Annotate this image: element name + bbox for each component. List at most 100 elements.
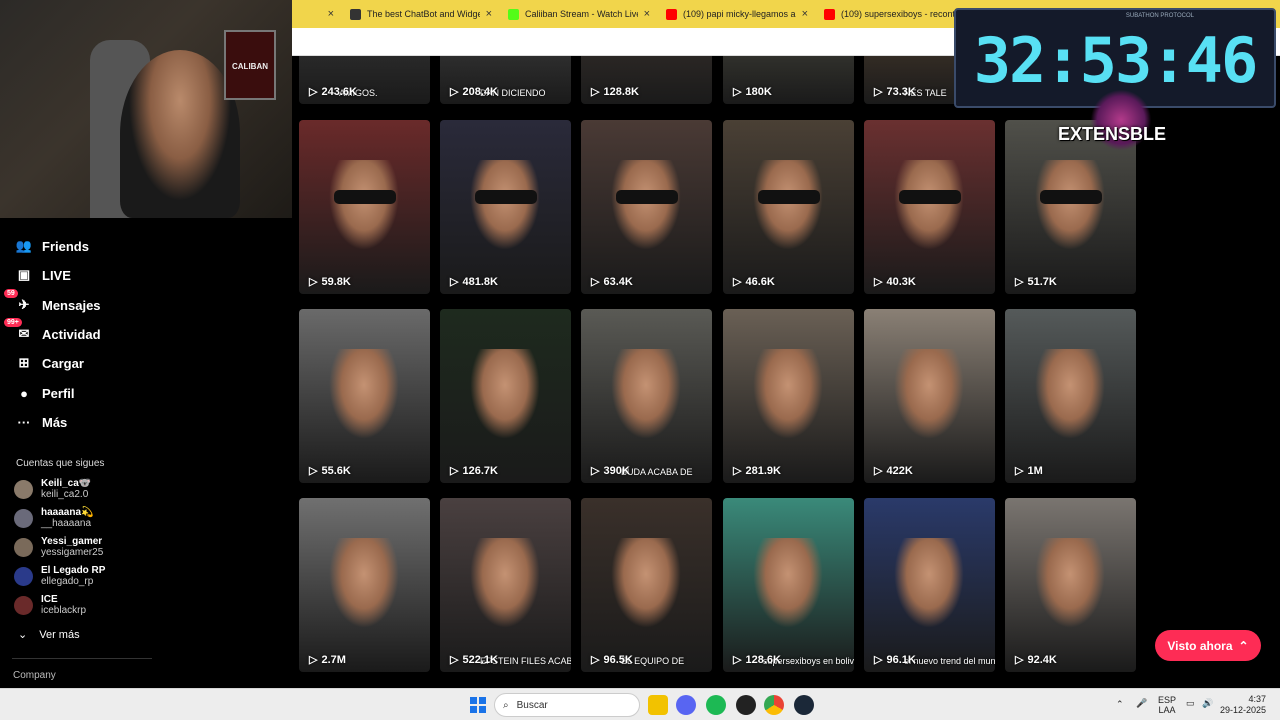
views-overlay: ▷ 126.7K [450,464,498,478]
sidebar-item-perfil[interactable]: ● Perfil [16,385,74,401]
chrome-icon[interactable] [764,695,784,715]
video-thumbnail[interactable]: ▷ 2.7M [299,498,430,672]
video-thumbnail[interactable]: ▷ 128.8K [581,56,712,104]
video-thumbnail[interactable]: el nuevo trend del mundial supersexiboys… [864,498,995,672]
views-overlay: ▷ 180K [733,85,772,99]
views-overlay: ▷ 73.3K [874,85,916,99]
tab-title: Caliiban Stream - Watch Live o [525,9,638,19]
windows-start-icon[interactable] [470,697,486,713]
avatar [14,566,33,586]
video-thumbnail[interactable]: ▷ 92.4K [1005,498,1136,672]
video-thumbnail[interactable]: ▷ 126.7K [440,309,571,483]
view-count: 51.7K [1027,275,1057,288]
sidebar-item-cargar[interactable]: ⊞ Cargar [16,355,84,371]
video-thumbnail[interactable]: ▷ 422K [864,309,995,483]
video-thumbnail[interactable]: ▷ 46.6K [723,120,854,294]
video-thumbnail[interactable]: BUDA ACABA DE ▷ 390K [581,309,712,483]
followed-account[interactable]: Keili_ca🐨 keili_ca2.0 [14,478,91,500]
video-thumbnail[interactable]: ▷ 180K [723,56,854,104]
play-icon: ▷ [309,654,318,666]
activity-icon: ✉ [18,326,30,341]
obs-icon[interactable] [736,695,756,715]
steam-icon[interactable] [794,695,814,715]
language-indicator[interactable]: ESP LAA [1158,695,1176,715]
microphone-icon[interactable]: 🎤 [1136,698,1147,708]
play-icon: ▷ [591,465,600,477]
browser-tab[interactable]: × [292,0,342,28]
views-overlay: ▷ 2.7M [309,653,346,667]
video-thumbnail[interactable]: EL EQUIPO DE ▷ 96.5K [581,498,712,672]
close-tab-icon[interactable]: × [802,8,808,20]
clock[interactable]: 4:37 29-12-2025 [1220,694,1266,716]
avatar [14,537,33,557]
play-icon: ▷ [450,465,459,477]
discord-icon[interactable] [676,695,696,715]
followed-account[interactable]: Yessi_gamer yessigamer25 [14,536,103,558]
play-icon: ▷ [309,86,318,98]
close-tab-icon[interactable]: × [644,8,650,20]
views-overlay: ▷ 63.4K [591,275,633,289]
followed-account[interactable]: haaaana💫 __haaaana [14,507,93,529]
network-icon[interactable]: ▭ [1186,698,1195,708]
video-thumbnail[interactable]: EPSTEIN FILES ACABA ▷ 522.1K [440,498,571,672]
video-thumbnail[interactable]: ▷ 281.9K [723,309,854,483]
poster-text: CALIBAN [232,62,268,71]
video-thumbnail[interactable]: ▷ 63.4K [581,120,712,294]
company-link[interactable]: Company [13,670,56,681]
taskbar-search[interactable]: ⌕ Buscar [494,693,640,717]
sidebar-item-mas[interactable]: ··· Más [16,414,68,430]
sidebar-item-friends[interactable]: 👥 Friends [16,238,89,254]
play-icon: ▷ [591,654,600,666]
tray-chevron-icon[interactable]: ⌃ [1116,699,1124,709]
folder-icon[interactable] [648,695,668,715]
views-overlay: ▷ 522.1K [450,653,498,667]
sidebar-item-label: Mensajes [42,297,101,313]
view-count: 59.8K [321,275,351,288]
streamer [120,50,240,218]
sidebar-item-mensajes[interactable]: ✈ Mensajes [16,297,101,313]
video-thumbnail[interactable]: ▷ 40.3K [864,120,995,294]
account-name: haaaana💫 [41,507,94,518]
thumbnail-subject [611,538,681,628]
close-tab-icon[interactable]: × [486,8,492,20]
sidebar-item-actividad[interactable]: ✉ Actividad [16,326,101,342]
views-overlay: ▷ 51.7K [1015,275,1057,289]
video-thumbnail[interactable]: ▷ 59.8K [299,120,430,294]
sidebar-item-live[interactable]: ▣ LIVE [16,267,71,283]
browser-tab[interactable]: (109) supersexiboys - recontra× [816,0,974,28]
thumbnail-subject [1035,538,1105,628]
tab-favicon-icon [350,8,361,20]
spotify-icon[interactable] [706,695,726,715]
browser-tab[interactable]: Caliiban Stream - Watch Live o × [500,0,658,28]
play-icon: ▷ [450,654,459,666]
tab-title: (109) papi micky-llegamos a ca [683,9,796,19]
browser-tab[interactable]: The best ChatBot and Widgets × [342,0,500,28]
video-thumbnail[interactable]: ▷ 1M [1005,309,1136,483]
video-thumbnail[interactable]: ▷ 55.6K [299,309,430,483]
view-count: 243.6K [321,85,357,98]
volume-icon[interactable]: 🔊 [1202,698,1213,708]
thumbnail-subject [753,349,823,439]
video-thumbnail[interactable]: DAN DICIENDO ▷ 208.4K [440,56,571,104]
views-overlay: ▷ 92.4K [1015,653,1057,667]
followed-account[interactable]: ICE iceblackrp [14,594,86,616]
search-placeholder: Buscar [516,699,548,711]
video-thumbnail[interactable]: supersexiboys en bolivia tv▷128.6K [723,498,854,672]
video-thumbnail[interactable]: AMIGOS. ▷ 243.6K [299,56,430,104]
view-count: 40.3K [886,275,916,288]
thumbnail-caption: el nuevo trend del mundial supersexiboys [904,656,995,666]
view-count: 180K [745,85,772,98]
see-more-button[interactable]: ⌄ Ver más [18,628,80,642]
view-count: 422K [886,464,913,477]
play-icon: ▷ [874,465,883,477]
thumbnail-subject [894,349,964,439]
video-thumbnail[interactable]: ▷ 481.8K [440,120,571,294]
followed-account[interactable]: El Legado RP ellegado_rp [14,565,105,587]
browser-tab[interactable]: (109) papi micky-llegamos a ca × [658,0,816,28]
account-username: yessigamer25 [41,547,104,558]
lang-bottom: LAA [1158,705,1176,715]
close-tab-icon[interactable]: × [328,8,334,20]
views-overlay: ▷ 96.1K [874,653,916,667]
visto-ahora-button[interactable]: Visto ahora ⌃ [1155,630,1261,661]
play-icon: ▷ [733,276,742,288]
